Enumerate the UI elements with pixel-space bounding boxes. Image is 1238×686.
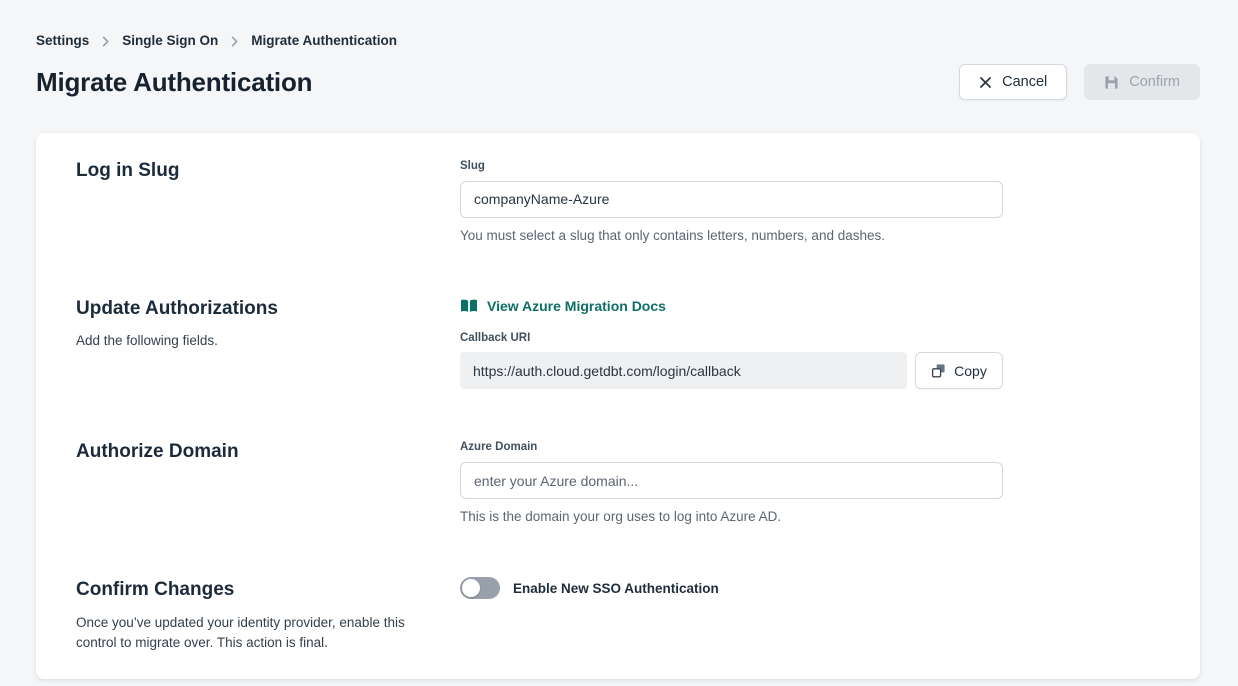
docs-link-label: View Azure Migration Docs <box>487 298 666 314</box>
save-icon <box>1104 75 1119 90</box>
breadcrumb-single-sign-on[interactable]: Single Sign On <box>122 33 218 48</box>
enable-sso-toggle[interactable] <box>460 577 500 599</box>
breadcrumb-migrate-authentication: Migrate Authentication <box>251 33 397 48</box>
confirm-button[interactable]: Confirm <box>1084 64 1200 100</box>
migrate-authentication-page: Settings Single Sign On Migrate Authenti… <box>0 0 1238 679</box>
slug-label: Slug <box>460 160 1003 174</box>
update-authorizations-heading: Update Authorizations <box>76 298 436 321</box>
azure-domain-label: Azure Domain <box>460 441 1003 455</box>
azure-domain-help-text: This is the domain your org uses to log … <box>460 508 1003 527</box>
cancel-button-label: Cancel <box>1002 74 1047 90</box>
header-actions: Cancel Confirm <box>959 64 1200 100</box>
section-confirm-changes: Confirm Changes Once you’ve updated your… <box>76 579 1160 653</box>
section-login-slug: Log in Slug Slug You must select a slug … <box>76 160 1160 246</box>
copy-icon <box>931 363 946 378</box>
copy-button-label: Copy <box>954 363 987 379</box>
slug-help-text: You must select a slug that only contain… <box>460 227 1003 246</box>
breadcrumb-settings[interactable]: Settings <box>36 33 89 48</box>
callback-uri-field[interactable] <box>460 352 907 389</box>
slug-input[interactable] <box>460 181 1003 218</box>
confirm-changes-description: Once you’ve updated your identity provid… <box>76 613 416 654</box>
chevron-right-icon <box>100 36 111 47</box>
authorize-domain-heading: Authorize Domain <box>76 441 436 464</box>
callback-uri-label: Callback URI <box>460 332 1003 346</box>
confirm-button-label: Confirm <box>1129 74 1180 90</box>
view-azure-migration-docs-link[interactable]: View Azure Migration Docs <box>460 298 666 314</box>
page-title: Migrate Authentication <box>36 67 312 98</box>
breadcrumb: Settings Single Sign On Migrate Authenti… <box>36 0 1200 48</box>
cancel-button[interactable]: Cancel <box>959 64 1067 100</box>
section-authorize-domain: Authorize Domain Azure Domain This is th… <box>76 441 1160 527</box>
chevron-right-icon <box>229 36 240 47</box>
confirm-changes-heading: Confirm Changes <box>76 579 436 602</box>
toggle-knob <box>462 579 480 597</box>
enable-sso-toggle-label: Enable New SSO Authentication <box>513 581 719 596</box>
open-book-icon <box>460 299 478 313</box>
settings-card: Log in Slug Slug You must select a slug … <box>36 133 1200 679</box>
copy-button[interactable]: Copy <box>915 352 1003 389</box>
close-icon <box>979 76 992 89</box>
section-update-authorizations: Update Authorizations Add the following … <box>76 298 1160 390</box>
update-authorizations-description: Add the following fields. <box>76 331 416 351</box>
azure-domain-input[interactable] <box>460 462 1003 499</box>
page-header: Migrate Authentication Cancel Confirm <box>36 64 1200 100</box>
login-slug-heading: Log in Slug <box>76 160 436 183</box>
